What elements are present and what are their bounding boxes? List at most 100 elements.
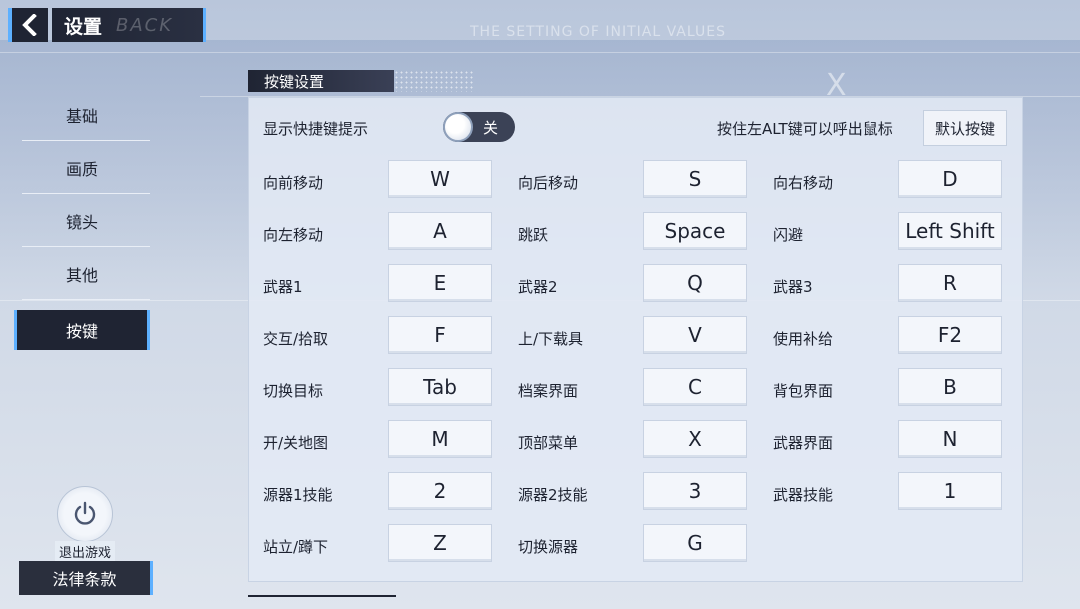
- action-label: 武器1: [263, 278, 303, 296]
- keybind-cell: 使用补给 F2: [759, 316, 1003, 356]
- key-button[interactable]: W: [388, 160, 492, 198]
- nav-item-label: 画质: [65, 159, 98, 179]
- action-label: 交互/拾取: [263, 330, 329, 348]
- nav-item-basic[interactable]: 基础: [14, 88, 150, 141]
- keybind-row: 站立/蹲下 Z 切换源器 G: [249, 524, 1022, 576]
- keybind-cell: 武器3 R: [759, 264, 1003, 304]
- key-button[interactable]: M: [388, 420, 492, 458]
- key-button[interactable]: S: [643, 160, 747, 198]
- key-button[interactable]: A: [388, 212, 492, 250]
- action-label: 跳跃: [518, 226, 549, 244]
- keybind-row: 武器1 E 武器2 Q 武器3 R: [249, 264, 1022, 316]
- header: 设置 BACK: [8, 8, 206, 42]
- keybind-cell: 交互/拾取 F: [249, 316, 493, 356]
- keybind-row: 向前移动 W 向后移动 S 向右移动 D: [249, 160, 1022, 212]
- action-label: 向右移动: [773, 174, 834, 192]
- key-button[interactable]: Q: [643, 264, 747, 302]
- nav-item-label: 其他: [65, 265, 98, 285]
- keybind-cell: 切换目标 Tab: [249, 368, 493, 408]
- key-button[interactable]: Tab: [388, 368, 492, 406]
- key-button[interactable]: D: [898, 160, 1002, 198]
- action-label: 使用补给: [773, 330, 834, 348]
- keybind-panel: 显示快捷键提示 关 按住左ALT键可以呼出鼠标 默认按键 向前移动 W 向后移动…: [248, 97, 1023, 582]
- keybind-cell: 档案界面 C: [504, 368, 748, 408]
- default-keys-label: 默认按键: [934, 119, 995, 138]
- key-button[interactable]: Z: [388, 524, 492, 562]
- keybind-cell: 向后移动 S: [504, 160, 748, 200]
- action-label: 武器技能: [773, 486, 834, 504]
- keybind-row: 切换目标 Tab 档案界面 C 背包界面 B: [249, 368, 1022, 420]
- key-button[interactable]: N: [898, 420, 1002, 458]
- action-label: 站立/蹲下: [263, 538, 329, 556]
- keybind-cell: 顶部菜单 X: [504, 420, 748, 460]
- default-keys-button[interactable]: 默认按键: [923, 110, 1007, 146]
- key-button[interactable]: B: [898, 368, 1002, 406]
- toggle-state: 关: [483, 118, 499, 137]
- chevron-left-icon: [22, 14, 37, 36]
- keybind-cell: 源器1技能 2: [249, 472, 493, 512]
- sidebar-nav: 基础 画质 镜头 其他 按键: [14, 88, 150, 350]
- exit-game-label: 退出游戏: [54, 541, 115, 562]
- exit-circle: [57, 486, 113, 542]
- page-title: 设置: [64, 15, 103, 38]
- key-button[interactable]: 1: [898, 472, 1002, 510]
- action-label: 源器2技能: [518, 486, 588, 504]
- action-label: 背包界面: [773, 382, 834, 400]
- key-button[interactable]: G: [643, 524, 747, 562]
- keybind-cell: 开/关地图 M: [249, 420, 493, 460]
- keybind-cell: 站立/蹲下 Z: [249, 524, 493, 564]
- background-heading: THE SETTING OF INITIAL VALUES: [470, 24, 726, 40]
- keybind-cell: 跳跃 Space: [504, 212, 748, 252]
- power-icon: [74, 501, 96, 525]
- action-label: 切换源器: [518, 538, 579, 556]
- action-label: 开/关地图: [263, 434, 329, 452]
- legal-terms-button[interactable]: 法律条款: [19, 561, 153, 595]
- show-hint-label: 显示快捷键提示: [263, 120, 369, 138]
- action-label: 武器界面: [773, 434, 834, 452]
- action-label: 源器1技能: [263, 486, 333, 504]
- keybind-row: 交互/拾取 F 上/下载具 V 使用补给 F2: [249, 316, 1022, 368]
- action-label: 闪避: [773, 226, 804, 244]
- nav-item-keybinds[interactable]: 按键: [14, 310, 150, 350]
- nav-item-label: 基础: [65, 106, 98, 126]
- key-button[interactable]: Space: [643, 212, 747, 250]
- keybind-cell: 背包界面 B: [759, 368, 1003, 408]
- keybind-cell: 武器界面 N: [759, 420, 1003, 460]
- keybind-row: 向左移动 A 跳跃 Space 闪避 Left Shift: [249, 212, 1022, 264]
- key-button[interactable]: F: [388, 316, 492, 354]
- key-button[interactable]: 2: [388, 472, 492, 510]
- alt-hint-text: 按住左ALT键可以呼出鼠标: [717, 120, 893, 138]
- options-row: 显示快捷键提示 关 按住左ALT键可以呼出鼠标 默认按键: [249, 110, 1022, 146]
- action-label: 武器3: [773, 278, 813, 296]
- panel-title-text: 按键设置: [264, 72, 325, 91]
- key-button[interactable]: Left Shift: [898, 212, 1002, 250]
- key-button[interactable]: V: [643, 316, 747, 354]
- exit-game-button[interactable]: 退出游戏: [50, 486, 120, 562]
- action-label: 武器2: [518, 278, 558, 296]
- nav-item-label: 镜头: [65, 212, 98, 232]
- key-button[interactable]: 3: [643, 472, 747, 510]
- keybind-row: 源器1技能 2 源器2技能 3 武器技能 1: [249, 472, 1022, 524]
- action-label: 向后移动: [518, 174, 579, 192]
- keybind-cell: 上/下载具 V: [504, 316, 748, 356]
- key-button[interactable]: X: [643, 420, 747, 458]
- back-button[interactable]: [8, 8, 48, 42]
- nav-item-camera[interactable]: 镜头: [14, 194, 150, 247]
- keybind-cell: 向左移动 A: [249, 212, 493, 252]
- nav-item-graphics[interactable]: 画质: [14, 141, 150, 194]
- key-button[interactable]: E: [388, 264, 492, 302]
- keybind-cell: 切换源器 G: [504, 524, 748, 564]
- key-button[interactable]: F2: [898, 316, 1002, 354]
- key-button[interactable]: C: [643, 368, 747, 406]
- show-hint-toggle[interactable]: 关: [443, 112, 515, 142]
- nav-item-label: 按键: [65, 322, 98, 341]
- key-button[interactable]: R: [898, 264, 1002, 302]
- panel-title-decoration: [394, 70, 474, 92]
- action-label: 上/下载具: [518, 330, 584, 348]
- bottom-divider: [248, 595, 396, 597]
- nav-item-other[interactable]: 其他: [14, 247, 150, 300]
- action-label: 向前移动: [263, 174, 324, 192]
- keybind-cell: 源器2技能 3: [504, 472, 748, 512]
- panel-title: 按键设置: [248, 70, 394, 92]
- keybind-cell: 闪避 Left Shift: [759, 212, 1003, 252]
